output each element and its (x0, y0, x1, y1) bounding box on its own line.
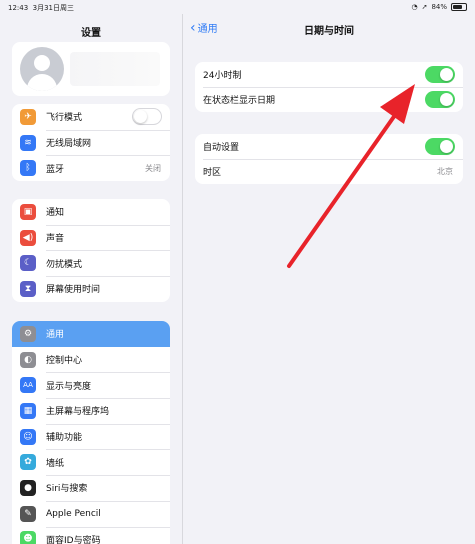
sidebar-item-label: 面容ID与密码 (46, 535, 101, 544)
profile-card[interactable] (12, 42, 170, 96)
setting-label: 24小时制 (203, 71, 242, 81)
location-icon: ➚ (421, 3, 428, 11)
status-time-date: 12:43 3月31日周三 (8, 4, 75, 12)
airplane-mode-toggle[interactable] (132, 108, 162, 126)
sidebar-item-general[interactable]: ⚙ 通用 (12, 321, 170, 347)
notification-icon: ▣ (20, 203, 36, 220)
sidebar-item-airplane-mode[interactable]: ✈ 飞行模式 (12, 104, 170, 130)
sidebar-item-wifi[interactable]: ≋ 无线局域网 (12, 129, 170, 156)
time-zone-value: 北京 (437, 167, 453, 176)
sidebar-item-label: Siri与搜索 (46, 484, 88, 495)
24-hour-toggle[interactable] (425, 66, 455, 83)
pencil-icon: ✎ (20, 505, 36, 522)
date-time-panel: ‹ 通用 日期与时间 24小时制 在状态栏显示日期 自动设置 时区 北京 (183, 14, 475, 544)
time-format-group: 24小时制 在状态栏显示日期 (195, 62, 463, 112)
setting-label: 时区 (203, 168, 222, 178)
sidebar-group-notifications: ▣ 通知 ◀) 声音 ☾ 勿扰模式 ⧗ 屏幕使用时间 (12, 199, 170, 302)
show-date-toggle[interactable] (425, 91, 455, 108)
status-icons: ◔ ➚ 84% (411, 3, 467, 11)
airplane-icon: ✈ (20, 108, 36, 125)
sidebar-title: 设置 (81, 28, 101, 39)
toggles-icon: ◐ (20, 351, 36, 368)
sidebar-item-label: 控制中心 (46, 356, 83, 367)
bluetooth-icon: ᛒ (20, 160, 36, 177)
sidebar-item-apple-pencil[interactable]: ✎ Apple Pencil (12, 500, 170, 527)
wifi-icon: ≋ (20, 134, 36, 151)
sidebar-item-control-center[interactable]: ◐ 控制中心 (12, 347, 170, 373)
battery-percent: 84% (431, 3, 447, 11)
auto-set-group: 自动设置 时区 北京 (195, 134, 463, 184)
moon-icon: ☾ (20, 255, 36, 272)
setting-show-date-status-bar: 在状态栏显示日期 (195, 87, 463, 112)
sidebar-item-siri-search[interactable]: ● Siri与搜索 (12, 475, 170, 501)
sidebar-item-label: 主屏幕与程序坞 (46, 407, 110, 418)
sidebar-item-label: 显示与亮度 (46, 381, 92, 392)
grid-icon: ▦ (20, 402, 36, 419)
sidebar-item-notifications[interactable]: ▣ 通知 (12, 199, 170, 225)
sidebar-item-label: 声音 (46, 234, 65, 245)
bluetooth-status: 关闭 (145, 163, 161, 173)
avatar (20, 47, 64, 91)
sidebar-item-wallpaper[interactable]: ✿ 墙纸 (12, 449, 170, 475)
sidebar-group-connectivity: ✈ 飞行模式 ≋ 无线局域网 ᛒ 蓝牙 关闭 (12, 104, 170, 182)
wifi-status-icon: ◔ (411, 3, 418, 11)
setting-time-zone[interactable]: 时区 北京 (195, 159, 463, 184)
sidebar-item-label: 屏幕使用时间 (46, 285, 101, 296)
sidebar-item-label: 通用 (46, 330, 65, 341)
page-title: 日期与时间 (304, 26, 354, 37)
sidebar-item-bluetooth[interactable]: ᛒ 蓝牙 关闭 (12, 155, 170, 181)
siri-icon: ● (20, 479, 36, 496)
setting-24-hour: 24小时制 (195, 62, 463, 87)
aa-icon: AA (20, 377, 36, 394)
sidebar-item-face-id[interactable]: ☻ 面容ID与密码 (12, 526, 170, 544)
sidebar-item-label: 勿扰模式 (46, 259, 83, 270)
wallpaper-icon: ✿ (20, 454, 36, 471)
setting-set-automatically: 自动设置 (195, 134, 463, 159)
sidebar-item-display-brightness[interactable]: AA 显示与亮度 (12, 372, 170, 398)
sidebar-item-screen-time[interactable]: ⧗ 屏幕使用时间 (12, 276, 170, 302)
set-automatically-toggle[interactable] (425, 138, 455, 155)
sidebar-item-accessibility[interactable]: ☺ 辅助功能 (12, 423, 170, 450)
accessibility-icon: ☺ (20, 428, 36, 445)
sidebar-item-label: 通知 (46, 208, 65, 219)
sidebar-item-do-not-disturb[interactable]: ☾ 勿扰模式 (12, 250, 170, 276)
setting-label: 在状态栏显示日期 (203, 96, 276, 106)
sidebar-item-label: Apple Pencil (46, 508, 101, 519)
battery-icon (451, 3, 467, 11)
nav-bar: ‹ 通用 日期与时间 (183, 14, 475, 42)
sidebar-item-label: 辅助功能 (46, 433, 83, 444)
sidebar-item-label: 蓝牙 (46, 164, 65, 175)
sidebar-item-label: 无线局域网 (46, 139, 92, 150)
sidebar-item-label: 墙纸 (46, 458, 65, 469)
profile-name-redacted (70, 52, 160, 86)
hourglass-icon: ⧗ (20, 280, 36, 297)
settings-sidebar: 设置 ✈ 飞行模式 ≋ 无线局域网 ᛒ 蓝牙 关闭 ▣ 通知 ◀) 声音 ☾ 勿… (0, 14, 183, 544)
setting-label: 自动设置 (203, 143, 240, 153)
sidebar-item-label: 飞行模式 (46, 113, 83, 124)
sidebar-item-home-screen-dock[interactable]: ▦ 主屏幕与程序坞 (12, 398, 170, 424)
faceid-icon: ☻ (20, 531, 36, 544)
gear-icon: ⚙ (20, 325, 36, 342)
sidebar-group-general: ⚙ 通用 ◐ 控制中心 AA 显示与亮度 ▦ 主屏幕与程序坞 ☺ 辅助功能 ✿ … (12, 321, 170, 544)
status-bar: 12:43 3月31日周三 ◔ ➚ 84% (0, 0, 475, 14)
sound-icon: ◀) (20, 229, 36, 246)
sidebar-item-sounds[interactable]: ◀) 声音 (12, 224, 170, 251)
